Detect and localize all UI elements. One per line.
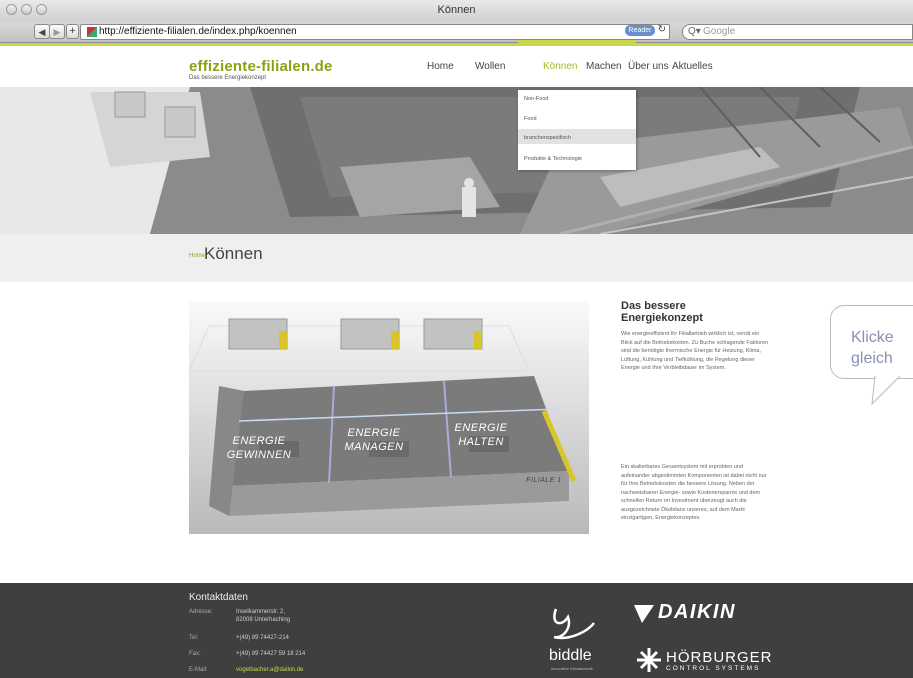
tel-label: Tel:	[189, 635, 199, 641]
fax-value: +(49) 89 74427 59 18 214	[236, 651, 306, 657]
address-value: Inselkammerstr. 2, 82008 Unterhaching	[236, 609, 291, 623]
store-isometric-illustration	[189, 318, 577, 516]
nav-home[interactable]: Home	[427, 61, 454, 72]
sidebar-paragraph-2: Ein skalierbares Gesamtsystem mit erprob…	[621, 464, 767, 521]
zone-label-halten: ENERGIE HALTEN	[454, 422, 508, 448]
daikin-logo-text: DAIKIN	[658, 601, 736, 623]
sidebar-heading: Das bessere Energiekonzept	[621, 300, 703, 324]
window-title: Können	[437, 4, 476, 16]
site-favicon-icon	[87, 27, 97, 37]
site-header: effiziente-filialen.de Das bessere Energ…	[0, 43, 913, 90]
window-titlebar: Können	[0, 0, 913, 23]
search-input[interactable]: Q▾ Google	[682, 24, 913, 40]
add-bookmark-button[interactable]: +	[66, 24, 79, 39]
dropdown-item-non-food[interactable]: Non-Food	[524, 96, 548, 102]
zone-label-managen: ENERGIE MANAGEN	[344, 427, 404, 453]
nav-aktuelles[interactable]: Aktuelles	[672, 61, 713, 72]
email-label: E-Mail:	[189, 667, 208, 673]
reader-button[interactable]: Reader	[625, 25, 655, 36]
nav-machen[interactable]: Machen	[586, 61, 622, 72]
dropdown-item-food[interactable]: Food	[524, 116, 537, 122]
footer-heading: Kontaktdaten	[189, 592, 248, 603]
sidebar-paragraph-1: Wie energieeffizient Ihr Filialbetrieb w…	[621, 331, 769, 371]
site-footer: Kontaktdaten Adresse: Inselkammerstr. 2,…	[0, 583, 913, 678]
address-label: Adresse:	[189, 609, 213, 615]
dropdown-item-produkte-technologie[interactable]: Produkte & Technologie	[524, 156, 582, 162]
speech-bubble-text: Klicke gleich	[851, 329, 894, 367]
forward-button[interactable]: ▶	[49, 24, 65, 39]
search-icon: Q▾	[688, 26, 701, 37]
site-logo[interactable]: effiziente-filialen.de	[189, 58, 333, 75]
dropdown-item-branchenspezifisch[interactable]: branchenspezifisch	[524, 135, 571, 141]
page-title-band: Home Können	[0, 234, 913, 282]
nav-koennen[interactable]: Können	[543, 61, 577, 72]
site-tagline: Das bessere Energiekonzept	[189, 75, 267, 81]
horburger-logo-subtext: CONTROL SYSTEMS	[666, 665, 761, 672]
biddle-logo-subtext: innovative Klimatechnik	[551, 666, 593, 671]
biddle-logo-text: biddle	[549, 647, 592, 664]
breadcrumb-home[interactable]: Home	[189, 253, 205, 259]
address-bar[interactable]: http://effiziente-filialen.de/index.php/…	[80, 24, 670, 40]
floor-label: FILIALE 1	[526, 477, 562, 484]
email-link[interactable]: vogelbacher.a@daikin.de	[236, 666, 303, 674]
biddle-logo-icon	[553, 608, 595, 640]
back-button[interactable]: ◀	[34, 24, 50, 39]
search-placeholder: Google	[703, 26, 736, 37]
nav-wollen[interactable]: Wollen	[475, 61, 505, 72]
nav-active-indicator	[518, 40, 636, 43]
nav-ueber-uns[interactable]: Über uns	[628, 61, 669, 72]
hero-illustration	[0, 87, 913, 234]
tel-value: +(49) 89 74427-214	[236, 635, 289, 641]
horburger-logo-icon	[637, 648, 661, 672]
daikin-logo-icon	[634, 605, 654, 623]
horburger-logo-text: HÖRBURGER	[666, 649, 773, 666]
energy-concept-diagram: ENERGIE GEWINNEN ENERGIE MANAGEN ENERGIE…	[189, 301, 589, 534]
zone-label-gewinnen: ENERGIE GEWINNEN	[226, 435, 292, 461]
nav-dropdown-menu: Non-Food Food branchenspezifisch Produkt…	[518, 90, 636, 170]
speech-bubble-tail-icon	[871, 376, 901, 406]
reload-icon[interactable]: ↻	[656, 24, 668, 36]
hero-banner	[0, 87, 913, 234]
browser-toolbar: ◀ ▶ + http://effiziente-filialen.de/inde…	[0, 22, 913, 43]
address-bar-url: http://effiziente-filialen.de/index.php/…	[99, 26, 297, 37]
fax-label: Fax:	[189, 651, 201, 657]
page-title: Können	[204, 244, 263, 263]
